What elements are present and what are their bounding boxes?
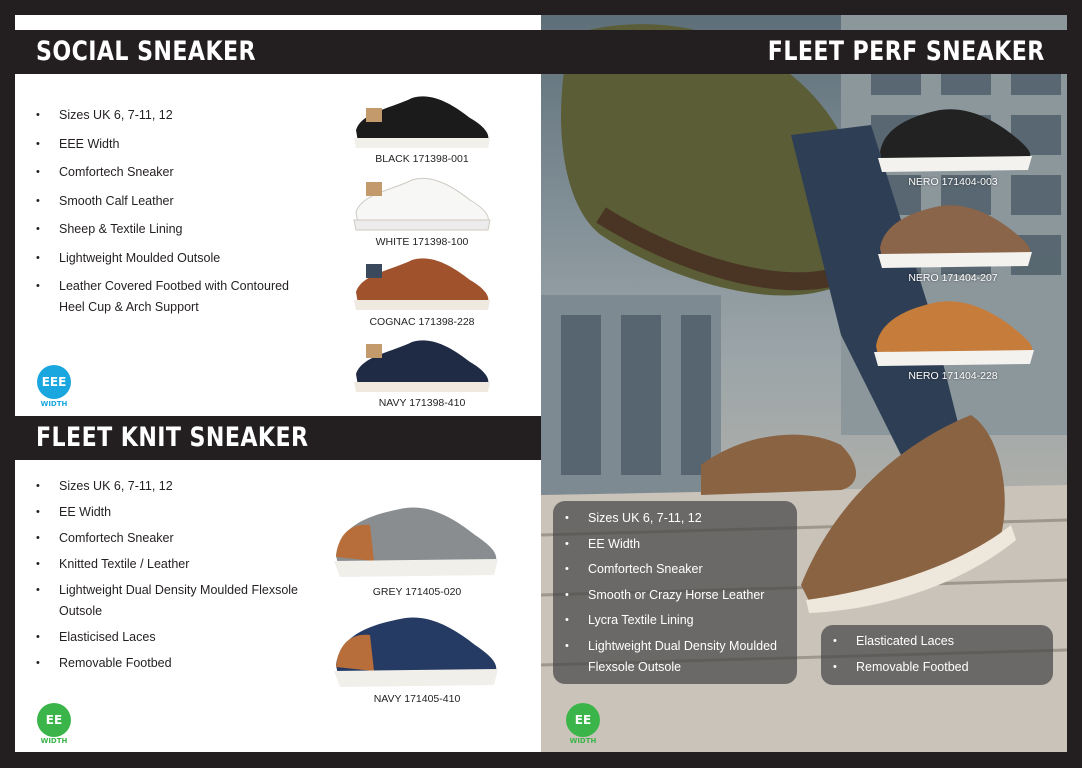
shoe-perf-brown-image bbox=[878, 205, 1032, 268]
caption-black: BLACK 171398-001 bbox=[375, 153, 469, 165]
list-item: Smooth or Crazy Horse Leather bbox=[565, 585, 790, 606]
list-item: Comfortech Sneaker bbox=[36, 162, 306, 183]
list-item: Knitted Textile / Leather bbox=[36, 554, 311, 575]
ee-width-badge-perf: EE bbox=[566, 703, 600, 737]
list-item: Lycra Textile Lining bbox=[565, 610, 790, 631]
fleet-knit-sneaker-title: FLEET KNIT SNEAKER bbox=[15, 416, 541, 460]
ee-width-badge: EE bbox=[37, 703, 71, 737]
list-item: Lightweight Dual Density Moulded Flexsol… bbox=[36, 580, 311, 622]
caption-navy: NAVY 171398-410 bbox=[378, 397, 466, 409]
list-item: Lightweight Moulded Outsole bbox=[36, 248, 306, 269]
eee-width-badge: EEE bbox=[37, 365, 71, 399]
list-item: EEE Width bbox=[36, 134, 306, 155]
perf-feature-list: Sizes UK 6, 7-11, 12 EE Width Comfortech… bbox=[565, 508, 790, 682]
badge-label: WIDTH bbox=[40, 737, 68, 745]
list-item: Removable Footbed bbox=[36, 653, 311, 674]
caption-white: WHITE 171398-100 bbox=[375, 236, 469, 248]
shoe-white-image bbox=[353, 177, 491, 231]
caption-perf-228: NERO 171404-228 bbox=[908, 370, 998, 382]
list-item: Elasticised Laces bbox=[36, 627, 311, 648]
shoe-navy-knit-image bbox=[334, 617, 498, 687]
list-item: Comfortech Sneaker bbox=[36, 528, 311, 549]
social-feature-list: Sizes UK 6, 7-11, 12 EEE Width Comfortec… bbox=[36, 105, 306, 326]
shoe-perf-tan-image bbox=[874, 301, 1034, 366]
social-sneaker-title: SOCIAL SNEAKER bbox=[15, 30, 541, 74]
list-item: Elasticated Laces bbox=[833, 631, 1043, 652]
badge-label: WIDTH bbox=[569, 737, 597, 745]
list-item: Sizes UK 6, 7-11, 12 bbox=[36, 476, 311, 497]
list-item: Lightweight Dual Density Moulded Flexsol… bbox=[565, 636, 790, 678]
list-item: Sizes UK 6, 7-11, 12 bbox=[36, 105, 306, 126]
list-item: EE Width bbox=[565, 534, 790, 555]
fleet-perf-sneaker-title: FLEET PERF SNEAKER bbox=[541, 30, 1067, 74]
shoe-black-image bbox=[354, 96, 490, 148]
list-item: Smooth Calf Leather bbox=[36, 191, 306, 212]
caption-navy-knit: NAVY 171405-410 bbox=[373, 693, 461, 705]
list-item: Sizes UK 6, 7-11, 12 bbox=[565, 508, 790, 529]
shoe-navy-image bbox=[354, 340, 490, 392]
badge-label: WIDTH bbox=[40, 400, 68, 408]
perf-feature-list-2: Elasticated Laces Removable Footbed bbox=[833, 631, 1043, 683]
caption-perf-003: NERO 171404-003 bbox=[908, 176, 998, 188]
shoe-cognac-image bbox=[354, 258, 490, 310]
list-item: Leather Covered Footbed with Contoured H… bbox=[36, 276, 306, 318]
list-item: Removable Footbed bbox=[833, 657, 1043, 678]
shoe-perf-black-image bbox=[878, 109, 1032, 172]
list-item: Sheep & Textile Lining bbox=[36, 219, 306, 240]
caption-perf-207: NERO 171404-207 bbox=[908, 272, 998, 284]
knit-feature-list: Sizes UK 6, 7-11, 12 EE Width Comfortech… bbox=[36, 476, 311, 679]
shoe-grey-knit-image bbox=[334, 507, 498, 577]
caption-grey: GREY 171405-020 bbox=[372, 586, 462, 598]
list-item: EE Width bbox=[36, 502, 311, 523]
caption-cognac: COGNAC 171398-228 bbox=[369, 316, 475, 328]
list-item: Comfortech Sneaker bbox=[565, 559, 790, 580]
